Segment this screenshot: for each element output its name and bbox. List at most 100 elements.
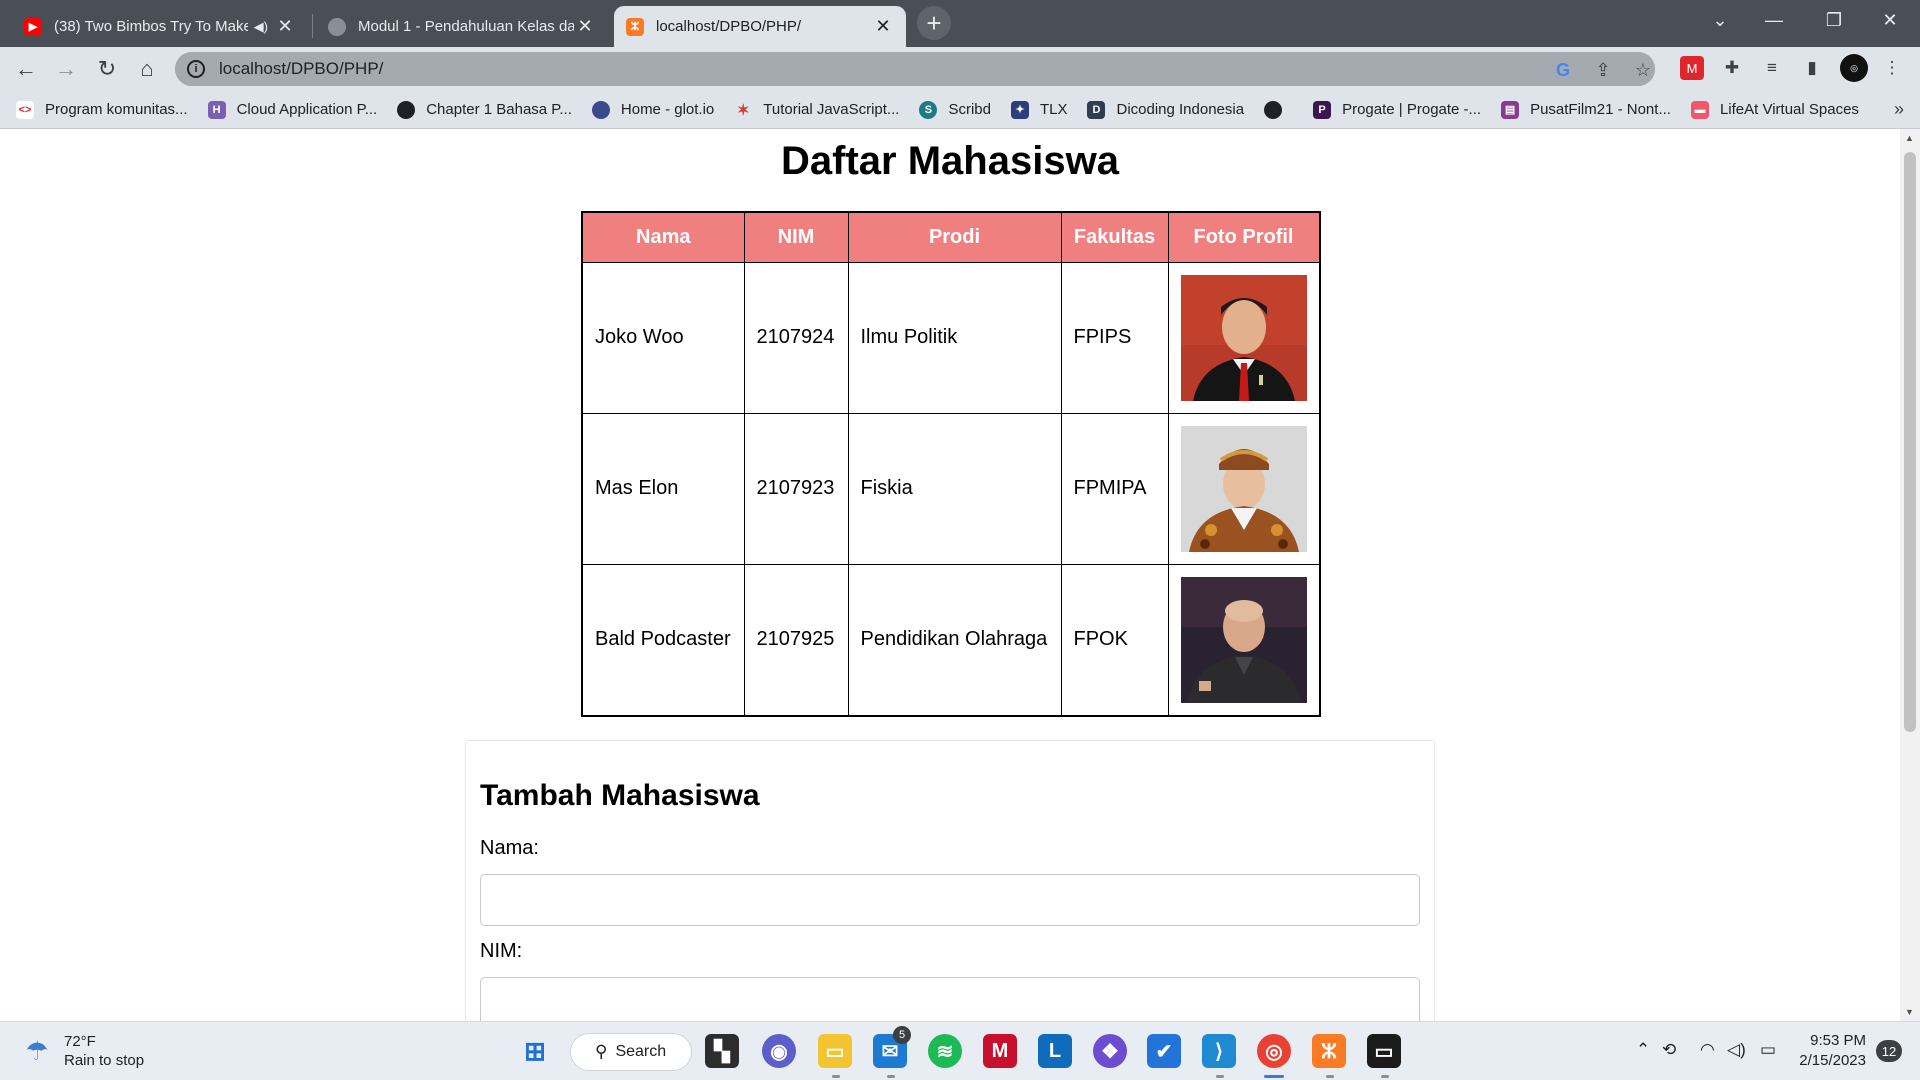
- mcafee-icon[interactable]: M: [983, 1034, 1017, 1068]
- cell-nama: Bald Podcaster: [581, 563, 745, 716]
- bookmark-label: TLX: [1039, 101, 1068, 118]
- windows-taskbar: ☂ 72°F Rain to stop ⊞ ⚲ Search ▚ ◉ ▭ ✉ 5…: [0, 1021, 1920, 1080]
- code-icon: <>: [16, 100, 34, 119]
- extensions-icon[interactable]: ✚: [1720, 56, 1744, 80]
- bookmark-chapter-1[interactable]: Chapter 1 Bahasa P...: [397, 100, 572, 119]
- cell-prodi: Pendidikan Olahraga: [847, 563, 1062, 716]
- todo-check-icon[interactable]: ✔: [1147, 1034, 1181, 1068]
- bookmarks-bar: <> Program komunitas... H Cloud Applicat…: [0, 91, 1920, 129]
- weather-description: Rain to stop: [64, 1052, 145, 1069]
- more-bookmarks-icon[interactable]: »: [1894, 99, 1904, 120]
- home-button[interactable]: ⌂: [131, 53, 163, 85]
- bookmark-program-komunitas[interactable]: <> Program komunitas...: [16, 100, 188, 119]
- bookmark-scribd[interactable]: S Scribd: [919, 100, 991, 119]
- taskbar-search[interactable]: ⚲ Search: [570, 1033, 692, 1071]
- weather-widget[interactable]: ☂ 72°F Rain to stop: [20, 1032, 144, 1070]
- bookmark-star-icon[interactable]: ☆: [1632, 59, 1654, 81]
- bookmark-pusatfilm21[interactable]: ▤ PusatFilm21 - Nont...: [1501, 100, 1671, 119]
- nim-input[interactable]: [480, 977, 1420, 1021]
- copilot-app-icon[interactable]: ❖: [1093, 1034, 1127, 1068]
- address-url[interactable]: localhost/DPBO/PHP/: [219, 59, 383, 79]
- bookmark-progate[interactable]: P Progate | Progate -...: [1313, 100, 1481, 119]
- chrome-icon[interactable]: ◎: [1257, 1034, 1291, 1068]
- cell-nim: 2107923: [743, 412, 849, 565]
- table-header-row: Nama NIM Prodi Fakultas Foto Profil: [581, 211, 1320, 263]
- menu-icon[interactable]: ⋮: [1880, 56, 1904, 80]
- bookmark-cloud-application[interactable]: H Cloud Application P...: [207, 100, 377, 119]
- cell-prodi: Fiskia: [847, 412, 1062, 565]
- google-icon[interactable]: G: [1552, 59, 1574, 81]
- task-view-icon[interactable]: ▚: [705, 1034, 739, 1068]
- bookmark-globe[interactable]: [1264, 100, 1293, 119]
- bookmark-label: Home - glot.io: [620, 101, 715, 118]
- running-indicator: [1216, 1075, 1224, 1078]
- lexicon-l-icon[interactable]: L: [1038, 1034, 1072, 1068]
- close-icon[interactable]: ✕: [872, 16, 894, 37]
- xampp-icon[interactable]: ⵣ: [1312, 1034, 1346, 1068]
- cell-fakultas: FPIPS: [1060, 261, 1169, 414]
- clock-time: 9:53 PM: [1810, 1032, 1866, 1049]
- globe-icon: [328, 17, 346, 36]
- new-tab-button[interactable]: +: [917, 6, 951, 40]
- page-scrollbar[interactable]: ▲ ▼: [1900, 129, 1920, 1021]
- back-button[interactable]: ←: [10, 53, 42, 85]
- cell-foto-profil: [1167, 412, 1320, 565]
- tab-modul[interactable]: Modul 1 - Pendahuluan Kelas dan ✕: [316, 6, 608, 47]
- notification-badge[interactable]: 12: [1876, 1040, 1902, 1062]
- search-label: Search: [615, 1043, 667, 1060]
- terminal-icon[interactable]: ▭: [1367, 1034, 1401, 1068]
- scroll-down-icon[interactable]: ▼: [1905, 1007, 1914, 1017]
- site-info-icon[interactable]: i: [187, 60, 205, 78]
- share-icon[interactable]: ⇪: [1592, 59, 1614, 81]
- page-title: Daftar Mahasiswa: [781, 139, 1119, 183]
- wifi-icon[interactable]: ◠: [1700, 1040, 1715, 1060]
- bookmark-lifeat[interactable]: ▬ LifeAt Virtual Spaces: [1690, 100, 1859, 119]
- youtube-icon: ▶: [24, 17, 42, 36]
- media-control-icon[interactable]: ≡: [1760, 56, 1784, 80]
- scroll-up-icon[interactable]: ▲: [1905, 133, 1914, 143]
- bookmark-label: Tutorial JavaScript...: [763, 101, 900, 118]
- sync-icon[interactable]: ⟲: [1662, 1040, 1676, 1060]
- vscode-icon[interactable]: ⟩: [1202, 1034, 1236, 1068]
- side-panel-icon[interactable]: ▮: [1800, 56, 1824, 80]
- bookmark-label: PusatFilm21 - Nont...: [1530, 101, 1671, 118]
- forward-button[interactable]: →: [50, 53, 82, 85]
- reload-button[interactable]: ↻: [91, 53, 123, 85]
- close-icon[interactable]: ✕: [574, 16, 596, 37]
- bookmark-glot[interactable]: Home - glot.io: [591, 100, 715, 119]
- bookmark-tutorial-javascript[interactable]: ✶ Tutorial JavaScript...: [734, 101, 899, 119]
- search-icon: ⚲: [595, 1042, 608, 1061]
- profile-avatar[interactable]: ◎: [1840, 54, 1868, 82]
- restore-button[interactable]: ❐: [1806, 0, 1862, 40]
- spotify-icon[interactable]: ≋: [928, 1034, 962, 1068]
- system-clock[interactable]: 9:53 PM 2/15/2023: [1786, 1031, 1866, 1071]
- tab-localhost[interactable]: ⵣ localhost/DPBO/PHP/ ✕: [614, 6, 906, 47]
- windows-start-icon[interactable]: ⊞: [518, 1034, 552, 1068]
- scrollbar-thumb[interactable]: [1904, 152, 1916, 732]
- show-hidden-icons[interactable]: ⌃: [1636, 1040, 1650, 1060]
- heroku-icon: H: [207, 100, 226, 119]
- tab-youtube[interactable]: ▶ (38) Two Bimbos Try To Make ◀) ✕: [12, 6, 308, 47]
- mendeley-icon[interactable]: M: [1680, 56, 1704, 80]
- speaker-icon[interactable]: ◀): [254, 19, 268, 35]
- close-icon[interactable]: ✕: [274, 16, 296, 37]
- table-row: Mas Elon 2107923 Fiskia FPMIPA: [581, 412, 1320, 565]
- bookmark-label: Dicoding Indonesia: [1116, 101, 1245, 118]
- progate-icon: P: [1313, 100, 1332, 119]
- battery-icon[interactable]: ▭: [1760, 1040, 1776, 1060]
- nama-input[interactable]: [480, 874, 1420, 926]
- tab-search-icon[interactable]: ⌄: [1692, 0, 1748, 40]
- mail-badge: 5: [893, 1026, 911, 1044]
- volume-icon[interactable]: ◁): [1727, 1040, 1746, 1060]
- profile-photo: [1180, 274, 1307, 401]
- globe-icon: [397, 100, 416, 119]
- bookmark-dicoding[interactable]: D Dicoding Indonesia: [1087, 100, 1245, 119]
- teams-chat-icon[interactable]: ◉: [762, 1034, 796, 1068]
- minimize-button[interactable]: —: [1746, 0, 1802, 40]
- address-bar[interactable]: i localhost/DPBO/PHP/ G ⇪ ☆: [175, 52, 1655, 86]
- bookmark-label: Scribd: [948, 101, 991, 118]
- cell-nim: 2107925: [743, 563, 849, 716]
- file-explorer-icon[interactable]: ▭: [818, 1034, 852, 1068]
- close-window-button[interactable]: ✕: [1862, 0, 1918, 40]
- bookmark-tlx[interactable]: ✦ TLX: [1010, 100, 1068, 119]
